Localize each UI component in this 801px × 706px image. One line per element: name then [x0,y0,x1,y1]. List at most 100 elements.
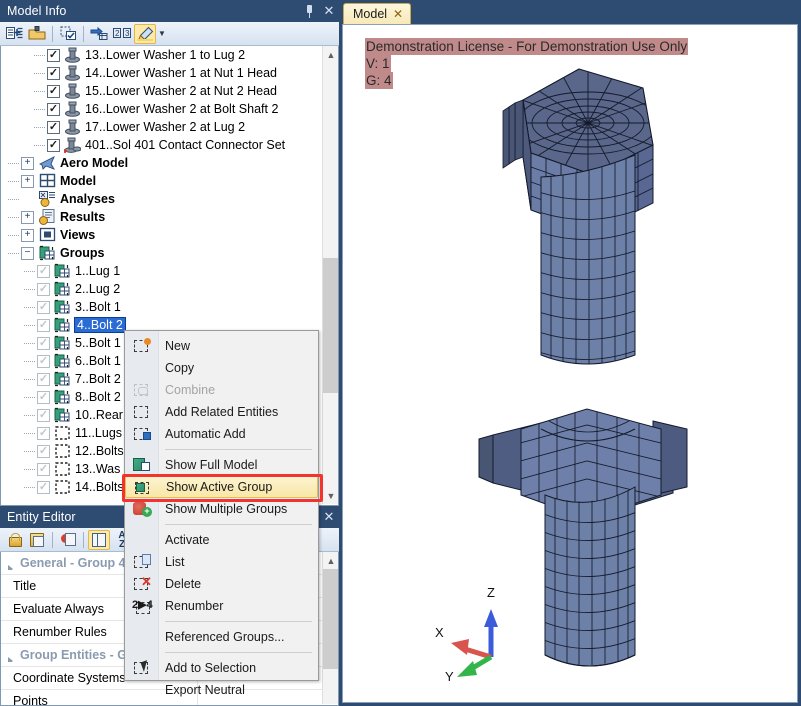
chevron-down-icon[interactable]: ▼ [157,24,167,44]
menu-item-label: List [165,555,185,569]
menu-item-show-multiple-groups[interactable]: + Show Multiple Groups [125,498,318,520]
renumber-icon: 2▶4 [129,598,155,614]
group-dashed-icon [54,425,71,441]
tree-checkbox-17[interactable]: ✓ [47,120,60,134]
close-icon[interactable]: ✕ [319,1,339,21]
tree-expander-groups[interactable]: − [21,246,34,260]
tree-item-results[interactable]: + Results [1,208,323,226]
tree-expander-results[interactable]: + [21,210,34,224]
tree-item-label: 15..Lower Washer 2 at Nut 2 Head [85,84,277,98]
tree-item-label: 2..Lug 2 [75,282,121,296]
paste-icon[interactable] [26,530,48,550]
license-banner: Demonstration License - For Demonstratio… [365,38,689,89]
tree-expander-placeholder [21,193,34,206]
tree-checkbox-g10[interactable]: ✓ [37,408,50,422]
tree-checkbox-g13[interactable]: ✓ [37,462,50,476]
menu-item-show-active-group[interactable]: Show Active Group [125,476,318,498]
tree-item-label: 1..Lug 1 [75,264,121,278]
tree-checkbox-g3[interactable]: ✓ [37,300,50,314]
tree-checkbox-g8[interactable]: ✓ [37,390,50,404]
tree-checkbox-g14[interactable]: ✓ [37,480,50,494]
tree-expander-aero[interactable]: + [21,156,34,170]
send-to-icon[interactable] [88,24,110,44]
entity-editor-vertical-scrollbar[interactable]: ▲ [322,552,338,704]
tree-item-16[interactable]: ✓ 16..Lower Washer 2 at Bolt Shaft 2 [1,100,323,118]
tree-item-401[interactable]: ✓ 401..Sol 401 Contact Connector Set [1,136,323,154]
tree-checkbox-g5[interactable]: ✓ [37,336,50,350]
tab-model[interactable]: Model ✕ [343,3,412,24]
menu-item-referenced-groups[interactable]: Referenced Groups... [125,626,318,648]
tree-guide [33,136,47,154]
new-entity-icon[interactable] [3,24,25,44]
tree-checkbox-13[interactable]: ✓ [47,48,60,62]
delete-icon: ✕ [129,575,155,592]
menu-item-new[interactable]: New [125,335,318,357]
tree-item-g1[interactable]: ✓ 1..Lug 1 [1,262,323,280]
scroll-up-icon[interactable]: ▲ [323,46,338,63]
tree-scrollbar-thumb[interactable] [323,258,338,393]
menu-item-delete[interactable]: ✕ Delete [125,573,318,595]
entity-editor-scrollbar-thumb[interactable] [323,569,338,669]
group-icon [54,353,71,369]
menu-item-automatic-add[interactable]: Automatic Add [125,423,318,445]
tree-checkbox-g11[interactable]: ✓ [37,426,50,440]
tree-item-groups[interactable]: − Groups [1,244,323,262]
tree-guide [23,478,37,496]
categorized-icon[interactable] [88,529,110,550]
tabstrip: Model ✕ [339,0,801,24]
tree-item-17[interactable]: ✓ 17..Lower Washer 2 at Lug 2 [1,118,323,136]
tree-checkbox-14[interactable]: ✓ [47,66,60,80]
tree-guide [23,460,37,478]
model-viewport[interactable]: Demonstration License - For Demonstratio… [342,24,798,703]
tree-item-model[interactable]: + Model [1,172,323,190]
scroll-up-icon[interactable]: ▲ [323,552,338,569]
tree-item-g2[interactable]: ✓ 2..Lug 2 [1,280,323,298]
menu-item-show-full-model[interactable]: Show Full Model [125,454,318,476]
application-window: Model Info ✕ 23 ▼ ✓ 13..Lower Washer 1 t… [0,0,801,706]
license-line-2: V: 1 [365,55,391,72]
open-folder-icon[interactable] [26,24,48,44]
context-menu-items: New Copy Combine Add Related Entities Automa… [125,331,318,701]
refresh-icon[interactable] [57,530,79,550]
renumber-icon[interactable]: 23 [111,24,133,44]
tree-expander-model[interactable]: + [21,174,34,188]
menu-item-renumber[interactable]: 2▶4 Renumber [125,595,318,617]
context-menu-separator [165,449,312,450]
tree-expander-views[interactable]: + [21,228,34,242]
tree-item-aero[interactable]: + Aero Model [1,154,323,172]
menu-item-copy[interactable]: Copy [125,357,318,379]
tree-checkbox-g2[interactable]: ✓ [37,282,50,296]
tree-guide [23,280,37,298]
combine-icon [129,382,155,398]
tree-checkbox-g7[interactable]: ✓ [37,372,50,386]
tree-checkbox-16[interactable]: ✓ [47,102,60,116]
tree-checkbox-g6[interactable]: ✓ [37,354,50,368]
tree-item-14[interactable]: ✓ 14..Lower Washer 1 at Nut 1 Head [1,64,323,82]
tree-vertical-scrollbar[interactable]: ▲ ▼ [322,46,338,504]
highlight-icon[interactable] [134,23,156,44]
close-icon[interactable]: ✕ [393,7,403,21]
tree-checkbox-15[interactable]: ✓ [47,84,60,98]
menu-item-export-neutral[interactable]: Export Neutral [125,679,318,701]
tree-checkbox-g12[interactable]: ✓ [37,444,50,458]
tree-item-13[interactable]: ✓ 13..Lower Washer 1 to Lug 2 [1,46,323,64]
tree-item-g3[interactable]: ✓ 3..Bolt 1 [1,298,323,316]
menu-item-list[interactable]: List [125,551,318,573]
lock-icon[interactable] [3,530,25,550]
menu-item-activate[interactable]: Activate [125,529,318,551]
check-all-icon[interactable] [57,24,79,44]
group-icon [54,371,71,387]
group-context-menu[interactable]: New Copy Combine Add Related Entities Automa… [122,330,323,697]
menu-item-add-related-entities[interactable]: Add Related Entities [125,401,318,423]
tree-item-label: 7..Bolt 2 [75,372,121,386]
scroll-down-icon[interactable]: ▼ [323,487,338,504]
tree-item-views[interactable]: + Views [1,226,323,244]
tree-checkbox-401[interactable]: ✓ [47,138,60,152]
tree-checkbox-g1[interactable]: ✓ [37,264,50,278]
close-icon[interactable]: ✕ [319,507,339,527]
tree-item-15[interactable]: ✓ 15..Lower Washer 2 at Nut 2 Head [1,82,323,100]
menu-item-add-to-selection[interactable]: Add to Selection [125,657,318,679]
pin-icon[interactable] [299,1,319,21]
tree-checkbox-g4[interactable]: ✓ [37,318,50,332]
tree-item-analyses[interactable]: Analyses [1,190,323,208]
